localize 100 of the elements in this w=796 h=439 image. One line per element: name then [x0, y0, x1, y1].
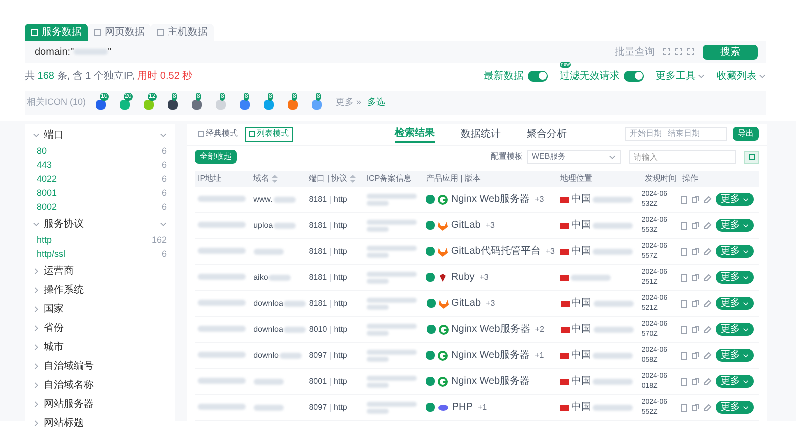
blurred-text — [280, 352, 302, 358]
more-button[interactable]: 更多 — [716, 349, 754, 362]
blurred-text — [571, 274, 612, 280]
blurred-text — [198, 404, 246, 410]
copy-icon[interactable] — [692, 274, 700, 282]
blurred-text — [366, 252, 389, 258]
view-mode-button[interactable]: 经典模式 — [195, 126, 241, 142]
sort-icon[interactable] — [272, 174, 278, 183]
view-mode-button[interactable]: 列表模式 — [245, 126, 293, 142]
blurred-text — [593, 378, 634, 384]
document-icon[interactable] — [680, 196, 688, 204]
copy-icon[interactable] — [692, 222, 700, 230]
document-icon[interactable] — [680, 326, 688, 334]
result-tab[interactable]: 聚合分析 — [527, 125, 567, 144]
more-button[interactable]: 更多 — [716, 401, 754, 414]
chevron-down-icon — [742, 352, 749, 358]
more-button[interactable]: 更多 — [716, 297, 754, 310]
filter-item[interactable]: http/ssl 6 — [33, 248, 167, 262]
collapse-all-button[interactable]: 全部收起 — [195, 150, 237, 164]
more-button[interactable]: 更多 — [716, 375, 754, 388]
copy-icon[interactable] — [692, 248, 700, 256]
country-text: 中国 — [572, 296, 592, 311]
domain-text: www. — [254, 194, 273, 206]
copy-icon[interactable] — [692, 378, 700, 386]
tab[interactable]: 服务数据 — [25, 24, 88, 41]
filter-group-header[interactable]: 端口 — [33, 126, 167, 145]
chevron-down-icon — [759, 72, 766, 80]
app-icon[interactable] — [96, 100, 106, 110]
date-range-field[interactable]: 开始日期 结束日期 — [625, 127, 727, 142]
search-button[interactable]: 搜索 — [703, 44, 758, 60]
document-icon[interactable] — [680, 378, 688, 386]
filter-group-header[interactable]: 自治域名称 — [33, 376, 167, 395]
edit-icon[interactable] — [704, 300, 712, 308]
filter-group-header[interactable]: 操作系统 — [33, 281, 167, 300]
copy-icon[interactable] — [692, 352, 700, 360]
column-header: 发现时间 — [644, 172, 678, 185]
edit-icon[interactable] — [704, 222, 712, 230]
result-tab[interactable]: 数据统计 — [461, 125, 501, 144]
more-button[interactable]: 更多 — [716, 193, 754, 206]
template-select[interactable]: WEB服务 — [527, 150, 621, 164]
document-icon[interactable] — [680, 274, 688, 282]
export-button[interactable]: 导出 — [733, 127, 759, 142]
edit-icon[interactable] — [704, 352, 712, 360]
filter-input[interactable]: 请输入 — [629, 150, 736, 164]
edit-icon[interactable] — [704, 274, 712, 282]
app-icon — [426, 377, 436, 386]
dropdown-menu[interactable]: 更多工具 — [656, 68, 705, 84]
app-icon[interactable] — [168, 100, 178, 110]
protocol-text: http — [334, 194, 348, 206]
copy-icon[interactable] — [692, 196, 700, 204]
toggle-switch[interactable] — [624, 70, 644, 82]
edit-icon[interactable] — [704, 378, 712, 386]
query-text: " — [108, 46, 112, 60]
filter-item[interactable]: 4022 6 — [33, 173, 167, 187]
more-button[interactable]: 更多 — [716, 323, 754, 336]
document-icon[interactable] — [680, 300, 688, 308]
scan-icon[interactable] — [663, 48, 671, 56]
toggle-switch[interactable] — [528, 70, 548, 82]
document-icon[interactable] — [680, 248, 688, 256]
filter-item[interactable]: http 162 — [33, 234, 167, 248]
filter-group-header[interactable]: 网站标题 — [33, 414, 167, 433]
edit-icon[interactable] — [704, 248, 712, 256]
filter-group-header[interactable]: 网站服务器 — [33, 395, 167, 414]
tab[interactable]: 主机数据 — [151, 24, 214, 41]
filter-item[interactable]: 443 6 — [33, 159, 167, 173]
result-tab[interactable]: 检索结果 — [395, 125, 435, 144]
edit-icon[interactable] — [704, 404, 712, 412]
edit-icon[interactable] — [704, 326, 712, 334]
batch-query-link[interactable]: 批量查询 — [615, 44, 655, 60]
blurred-text — [284, 326, 306, 332]
scan-icon[interactable] — [687, 48, 695, 56]
document-icon[interactable] — [680, 352, 688, 360]
scan-icon[interactable] — [675, 48, 683, 56]
filter-item[interactable]: 80 6 — [33, 145, 167, 159]
filter-item[interactable]: 8001 6 — [33, 187, 167, 201]
copy-icon[interactable] — [692, 300, 700, 308]
app-icon[interactable] — [192, 100, 202, 110]
filter-group-header[interactable]: 自治域编号 — [33, 357, 167, 376]
copy-icon[interactable] — [692, 404, 700, 412]
filter-group-header[interactable]: 城市 — [33, 338, 167, 357]
more-link[interactable]: 更多 » — [336, 96, 362, 110]
filter-group-header[interactable]: 省份 — [33, 319, 167, 338]
tab[interactable]: 网页数据 — [88, 24, 151, 41]
column-settings-button[interactable] — [744, 150, 759, 164]
filter-item[interactable]: 8002 6 — [33, 201, 167, 215]
filter-group-header[interactable]: 国家 — [33, 300, 167, 319]
search-bar[interactable]: domain:" " 批量查询 搜索 — [25, 41, 766, 63]
blurred-text — [254, 378, 284, 384]
document-icon[interactable] — [680, 222, 688, 230]
sort-icon[interactable] — [350, 174, 356, 183]
filter-group-header[interactable]: 服务协议 — [33, 215, 167, 234]
edit-icon[interactable] — [704, 196, 712, 204]
copy-icon[interactable] — [692, 326, 700, 334]
multi-select-link[interactable]: 多选 — [368, 96, 386, 110]
filter-group-header[interactable]: 运营商 — [33, 262, 167, 281]
more-button[interactable]: 更多 — [716, 271, 754, 284]
dropdown-menu[interactable]: 收藏列表 — [717, 68, 766, 84]
more-button[interactable]: 更多 — [716, 219, 754, 232]
more-button[interactable]: 更多 — [716, 245, 754, 258]
document-icon[interactable] — [680, 404, 688, 412]
